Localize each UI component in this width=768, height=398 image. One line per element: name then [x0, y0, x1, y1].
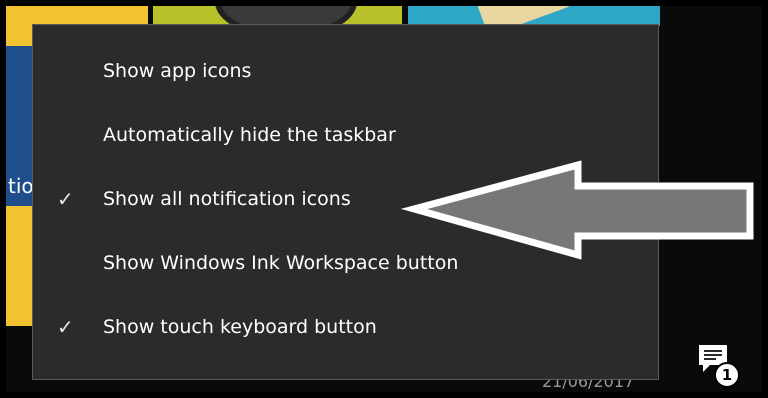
menu-item-label: Show all notification icons: [103, 188, 351, 210]
menu-item-auto-hide-taskbar[interactable]: Automatically hide the taskbar: [33, 109, 658, 165]
action-center-button[interactable]: 1: [696, 342, 746, 388]
tile-artwork: [472, 6, 574, 26]
menu-item-show-all-notification-icons[interactable]: ✓ Show all notification icons: [33, 173, 658, 229]
menu-item-label: Show Windows Ink Workspace button: [103, 252, 459, 274]
start-tile-teal[interactable]: [408, 6, 660, 26]
checkmark-icon: ✓: [57, 315, 74, 339]
start-tile-label: tio: [8, 174, 34, 198]
checkmark-icon: ✓: [57, 187, 74, 211]
taskbar-context-menu: Show app icons Automatically hide the ta…: [32, 24, 659, 380]
menu-item-label: Show app icons: [103, 60, 252, 82]
menu-item-label: Show touch keyboard button: [103, 316, 377, 338]
menu-item-show-touch-keyboard[interactable]: ✓ Show touch keyboard button: [33, 301, 658, 357]
menu-item-label: Automatically hide the taskbar: [103, 124, 396, 146]
menu-item-show-windows-ink-workspace[interactable]: Show Windows Ink Workspace button: [33, 237, 658, 293]
menu-item-show-app-icons[interactable]: Show app icons: [33, 45, 658, 101]
start-tile-olive[interactable]: [153, 6, 402, 26]
notification-count-badge: 1: [714, 362, 740, 388]
tile-artwork: [215, 6, 357, 26]
